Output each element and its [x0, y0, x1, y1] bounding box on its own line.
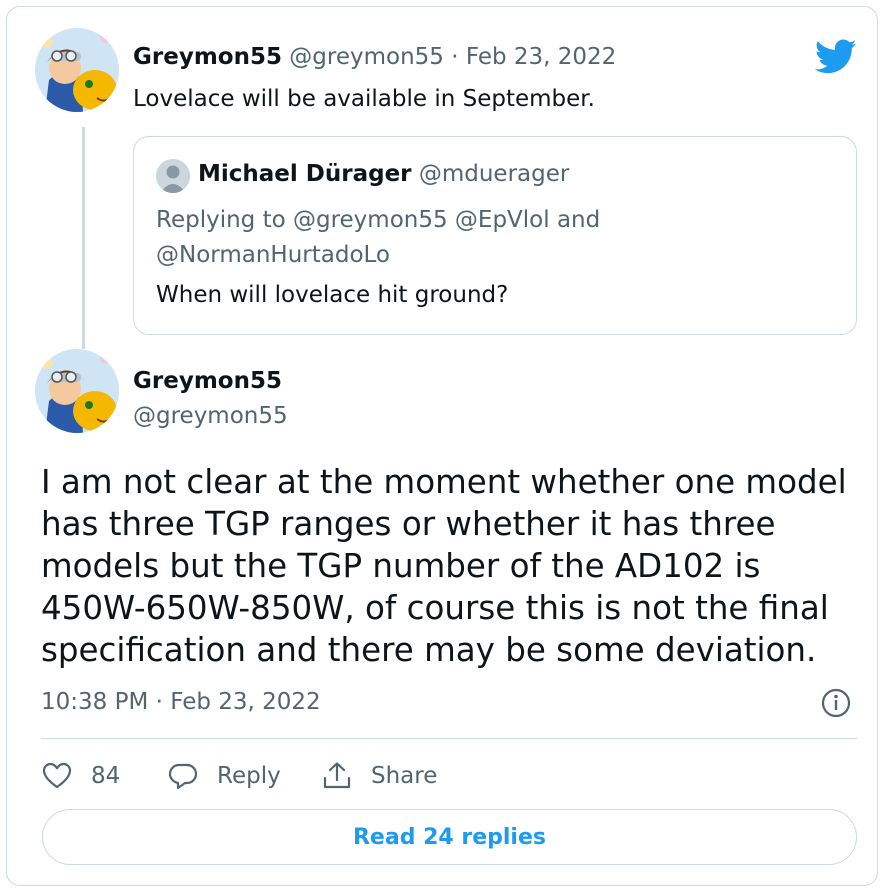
- quoted-author-name[interactable]: Michael Dürager: [198, 161, 412, 187]
- quoted-replying-to: Replying to @greymon55 @EpVlol and @Norm…: [156, 207, 601, 268]
- greymon-avatar[interactable]: [35, 28, 119, 112]
- quoted-tweet[interactable]: Michael Dürager @mduerager Replying to @…: [133, 136, 857, 335]
- info-icon[interactable]: [820, 687, 852, 719]
- reply-button[interactable]: Reply: [167, 758, 281, 794]
- parent-author-name[interactable]: Greymon55: [133, 44, 282, 70]
- share-button[interactable]: Share: [321, 758, 437, 794]
- main-author-name[interactable]: Greymon55: [133, 368, 282, 394]
- main-tweet-text: I am not clear at the moment whether one…: [41, 463, 847, 669]
- quoted-author-handle[interactable]: @mduerager: [419, 161, 570, 187]
- heart-icon: [42, 762, 72, 789]
- like-button[interactable]: 84: [41, 758, 120, 794]
- quoted-tweet-text: When will lovelace hit ground?: [156, 282, 509, 308]
- read-replies-button[interactable]: Read 24 replies: [42, 809, 857, 865]
- quoted-tweet-header: Michael Dürager @mduerager: [198, 161, 569, 187]
- mduerager-avatar[interactable]: [156, 159, 190, 193]
- reply-icon: [168, 763, 198, 790]
- parent-author-handle[interactable]: @greymon55: [289, 44, 444, 70]
- tweet-embed-card: Greymon55 @greymon55 · Feb 23, 2022 Love…: [6, 6, 878, 886]
- reply-label: Reply: [217, 763, 281, 789]
- parent-separator: ·: [451, 44, 459, 70]
- twitter-bird-icon[interactable]: [815, 39, 857, 75]
- parent-date[interactable]: Feb 23, 2022: [466, 44, 616, 70]
- greymon-avatar-main[interactable]: [35, 349, 119, 433]
- actions-divider: [41, 738, 857, 739]
- main-tweet-timestamp[interactable]: 10:38 PM · Feb 23, 2022: [41, 689, 321, 715]
- main-author-handle[interactable]: @greymon55: [133, 403, 288, 429]
- share-label: Share: [371, 763, 438, 789]
- parent-tweet-header: Greymon55 @greymon55 · Feb 23, 2022: [133, 44, 616, 70]
- parent-tweet-text: Lovelace will be available in September.: [133, 86, 595, 112]
- like-count: 84: [91, 763, 121, 789]
- thread-connector-line: [82, 127, 85, 349]
- share-icon: [323, 762, 351, 789]
